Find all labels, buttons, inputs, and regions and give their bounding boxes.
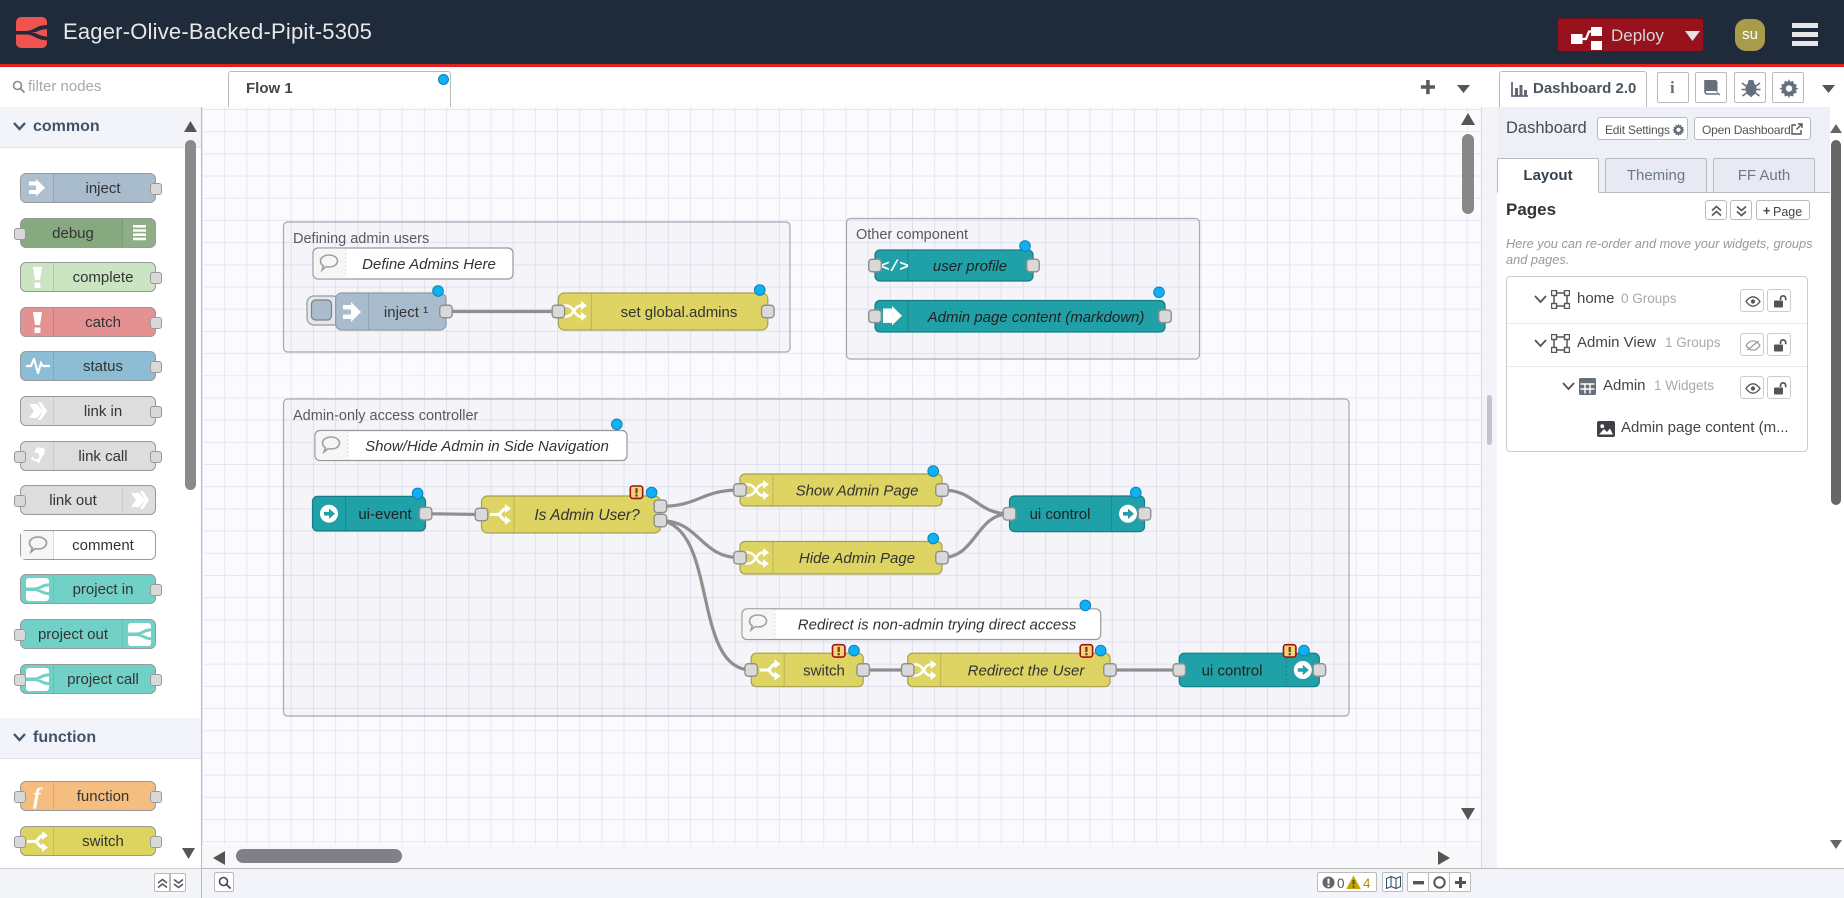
svg-text:Show/Hide Admin in Side Naviga: Show/Hide Admin in Side Navigation — [365, 438, 609, 455]
svg-text:Admin page content (markdown): Admin page content (markdown) — [927, 309, 1145, 326]
svg-text:Admin-only access controller: Admin-only access controller — [293, 408, 479, 424]
svg-text:Redirect is non-admin trying d: Redirect is non-admin trying direct acce… — [798, 617, 1077, 634]
svg-text:Hide Admin Page: Hide Admin Page — [799, 550, 915, 567]
svg-text:Redirect the User: Redirect the User — [968, 663, 1086, 680]
svg-text:ui control: ui control — [1202, 663, 1263, 680]
svg-text:set global.admins: set global.admins — [621, 304, 738, 321]
svg-text:Define Admins Here: Define Admins Here — [362, 256, 496, 273]
svg-text:switch: switch — [803, 663, 845, 680]
svg-text:Is Admin User?: Is Admin User? — [534, 507, 640, 524]
svg-text:ui control: ui control — [1030, 506, 1091, 523]
svg-text:Other component: Other component — [856, 227, 968, 243]
svg-text:inject ¹: inject ¹ — [384, 304, 428, 321]
svg-text:ui-event: ui-event — [358, 506, 412, 523]
svg-text:</>: </> — [880, 258, 909, 276]
svg-text:Defining admin users: Defining admin users — [293, 231, 429, 247]
svg-text:Show Admin Page: Show Admin Page — [796, 483, 919, 500]
svg-text:user profile: user profile — [933, 258, 1007, 275]
